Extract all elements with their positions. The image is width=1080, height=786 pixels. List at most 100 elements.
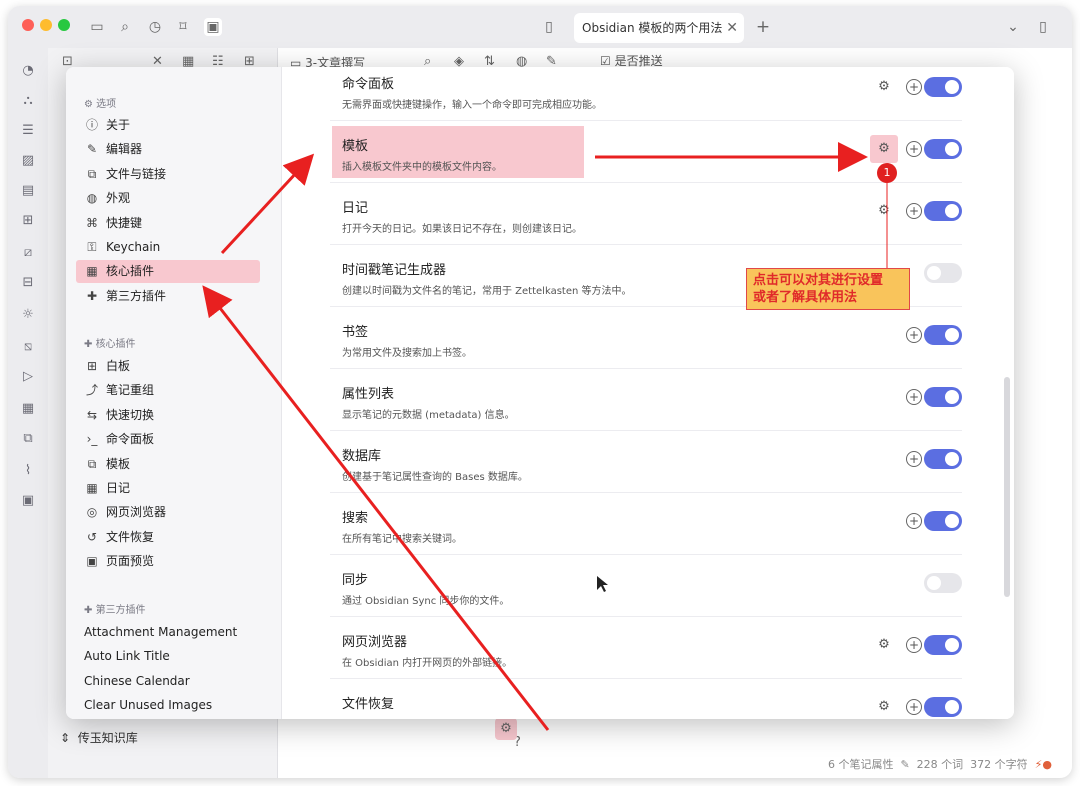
plugin-settings-gear-icon[interactable]: ⚙ <box>876 203 892 219</box>
sidebar-third-plugin-3[interactable]: Clear Unused Images <box>84 698 212 712</box>
plugin-title: 文件恢复 <box>342 697 395 712</box>
plugin-hotkey-plus-icon[interactable]: + <box>906 141 922 157</box>
sidebar-option-5[interactable]: ⚿ Keychain <box>76 236 260 259</box>
plugin-hotkey-plus-icon[interactable]: + <box>906 389 922 405</box>
sidebar-option-4[interactable]: ⌘ 快捷键 <box>76 212 260 235</box>
sidebar-core-plugin-4[interactable]: ⧉ 模板 <box>76 453 260 476</box>
preview-icon: ▣ <box>86 554 98 569</box>
copy-icon[interactable]: ⧉ <box>19 430 37 448</box>
plugin-title: 属性列表 <box>342 387 395 402</box>
plugin-enable-toggle[interactable] <box>924 573 962 593</box>
plugin-title: 日记 <box>342 201 369 216</box>
annotation-callout: 点击可以对其进行设置 或者了解具体用法 <box>746 268 910 310</box>
right-sidebar-icon[interactable]: ▯ <box>1034 18 1052 36</box>
folder-icon[interactable]: ▭ <box>88 18 106 36</box>
plugin-enable-toggle[interactable] <box>924 511 962 531</box>
property-label: 是否推送 <box>614 54 663 68</box>
plugin-enable-toggle[interactable] <box>924 635 962 655</box>
plugin-enable-toggle[interactable] <box>924 387 962 407</box>
new-tab-icon[interactable]: + <box>754 18 772 36</box>
plugin-hotkey-plus-icon[interactable]: + <box>906 513 922 529</box>
sidebar-option-label: 快捷键 <box>106 215 143 230</box>
sidebar-third-plugin-1[interactable]: Auto Link Title <box>84 649 170 663</box>
status-chars: 372 个字符 <box>970 758 1028 771</box>
sidebar-core-plugin-label: 文件恢复 <box>106 529 155 544</box>
graph-icon[interactable]: ◔ <box>19 62 37 80</box>
sidebar-toggle-icon[interactable]: ▯ <box>540 18 558 36</box>
sidebar-option-7[interactable]: ✚ 第三方插件 <box>76 285 260 308</box>
network-icon[interactable]: ⛬ <box>19 92 37 110</box>
play-icon[interactable]: ▷ <box>19 368 37 386</box>
clock-icon[interactable]: ◷ <box>146 18 164 36</box>
plugin-description: 无需界面或快捷键操作，输入一个命令即可完成相应功能。 <box>342 100 602 111</box>
sync-status-icon[interactable]: ⚡● <box>1035 758 1052 771</box>
close-window-button[interactable] <box>22 19 34 31</box>
status-properties[interactable]: 6 个笔记属性 <box>828 758 894 771</box>
sidebar-core-plugin-1[interactable]: ⤴ 笔记重组 <box>76 379 260 402</box>
sidebar-core-plugin-2[interactable]: ⇆ 快速切换 <box>76 404 260 427</box>
tab-current-note[interactable]: Obsidian 模板的两个用法 ✕ <box>574 13 744 43</box>
calendar-icon: ▦ <box>86 264 98 279</box>
sidebar-option-6[interactable]: ▦ 核心插件 <box>76 260 260 284</box>
palette-icon: ◍ <box>86 191 98 206</box>
sidebar-third-plugin-0[interactable]: Attachment Management <box>84 625 237 639</box>
sidebar-option-1[interactable]: ✎ 编辑器 <box>76 138 260 161</box>
plugin-hotkey-plus-icon[interactable]: + <box>906 203 922 219</box>
plugin-enable-toggle[interactable] <box>924 697 962 717</box>
plugin-row-5: 属性列表 显示笔记的元数据 (metadata) 信息。 + <box>330 369 962 431</box>
zoom-window-button[interactable] <box>58 19 70 31</box>
note-icon[interactable]: ▣ <box>204 18 222 36</box>
crop-icon[interactable]: ⧅ <box>19 338 37 356</box>
sidebar-core-plugin-8[interactable]: ▣ 页面预览 <box>76 550 260 573</box>
bookmark-icon[interactable]: ⌑ <box>174 18 192 36</box>
grid-icon[interactable]: ⊞ <box>19 212 37 230</box>
rss-icon[interactable]: ⌇ <box>19 462 37 480</box>
vault-settings-gear-icon[interactable]: ⚙ <box>495 718 517 740</box>
plugin-settings-gear-icon[interactable]: ⚙ <box>876 699 892 715</box>
search-icon[interactable]: ⌕ <box>116 18 134 36</box>
sidebar-core-plugin-7[interactable]: ↺ 文件恢复 <box>76 526 260 549</box>
note-icon[interactable]: ▣ <box>19 492 37 510</box>
plugin-hotkey-plus-icon[interactable]: + <box>906 637 922 653</box>
sidebar-core-plugin-label: 模板 <box>106 456 131 471</box>
plugin-settings-gear-icon[interactable]: ⚙ <box>870 135 898 163</box>
plugin-hotkey-plus-icon[interactable]: + <box>906 79 922 95</box>
sidebar-option-2[interactable]: ⧉ 文件与链接 <box>76 163 260 186</box>
sidebar-core-plugin-3[interactable]: ›_ 命令面板 <box>76 428 260 451</box>
sidebar-core-plugin-6[interactable]: ◎ 网页浏览器 <box>76 501 260 524</box>
minimize-window-button[interactable] <box>40 19 52 31</box>
canvas-icon[interactable]: ⧄ <box>19 244 37 262</box>
sidebar-option-0[interactable]: ⓘ 关于 <box>76 114 260 137</box>
image-icon[interactable]: ▨ <box>19 152 37 170</box>
plugin-hotkey-plus-icon[interactable]: + <box>906 327 922 343</box>
sidebar-third-plugin-2[interactable]: Chinese Calendar <box>84 674 190 688</box>
plugin-enable-toggle[interactable] <box>924 325 962 345</box>
plugin-settings-gear-icon[interactable]: ⚙ <box>876 79 892 95</box>
plugin-enable-toggle[interactable] <box>924 139 962 159</box>
plugin-hotkey-plus-icon[interactable]: + <box>906 699 922 715</box>
scrollbar[interactable] <box>1004 377 1010 597</box>
sidebar-option-3[interactable]: ◍ 外观 <box>76 187 260 210</box>
plugin-settings-gear-icon[interactable]: ⚙ <box>876 637 892 653</box>
plugin-enable-toggle[interactable] <box>924 77 962 97</box>
sidebar-core-plugin-label: 页面预览 <box>106 554 155 569</box>
sun-icon[interactable]: ☼ <box>19 306 37 324</box>
plugin-enable-toggle[interactable] <box>924 201 962 221</box>
grid-icon: ⊞ <box>86 359 98 373</box>
calendar-icon[interactable]: ▦ <box>19 400 37 418</box>
list-icon[interactable]: ☰ <box>19 122 37 140</box>
book-icon[interactable]: ⊟ <box>19 274 37 292</box>
plugin-enable-toggle[interactable] <box>924 263 962 283</box>
plugin-row-4: 书签 为常用文件及搜索加上书签。 + <box>330 307 962 369</box>
layout-icon[interactable]: ▤ <box>19 182 37 200</box>
plugin-enable-toggle[interactable] <box>924 449 962 469</box>
globe-icon: ◎ <box>86 505 98 520</box>
sidebar-core-plugin-0[interactable]: ⊞ 白板 <box>76 355 260 378</box>
tab-close-icon[interactable]: ✕ <box>726 13 738 43</box>
plugin-hotkey-plus-icon[interactable]: + <box>906 451 922 467</box>
plugin-description: 创建以时间戳为文件名的笔记，常用于 Zettelkasten 等方法中。 <box>342 286 632 297</box>
vault-switcher[interactable]: ⇕ 传玉知识库 <box>60 729 138 746</box>
info-icon: ⓘ <box>85 118 98 132</box>
chevron-down-icon[interactable]: ⌄ <box>1004 18 1022 36</box>
sidebar-core-plugin-5[interactable]: ▦ 日记 <box>76 477 260 500</box>
